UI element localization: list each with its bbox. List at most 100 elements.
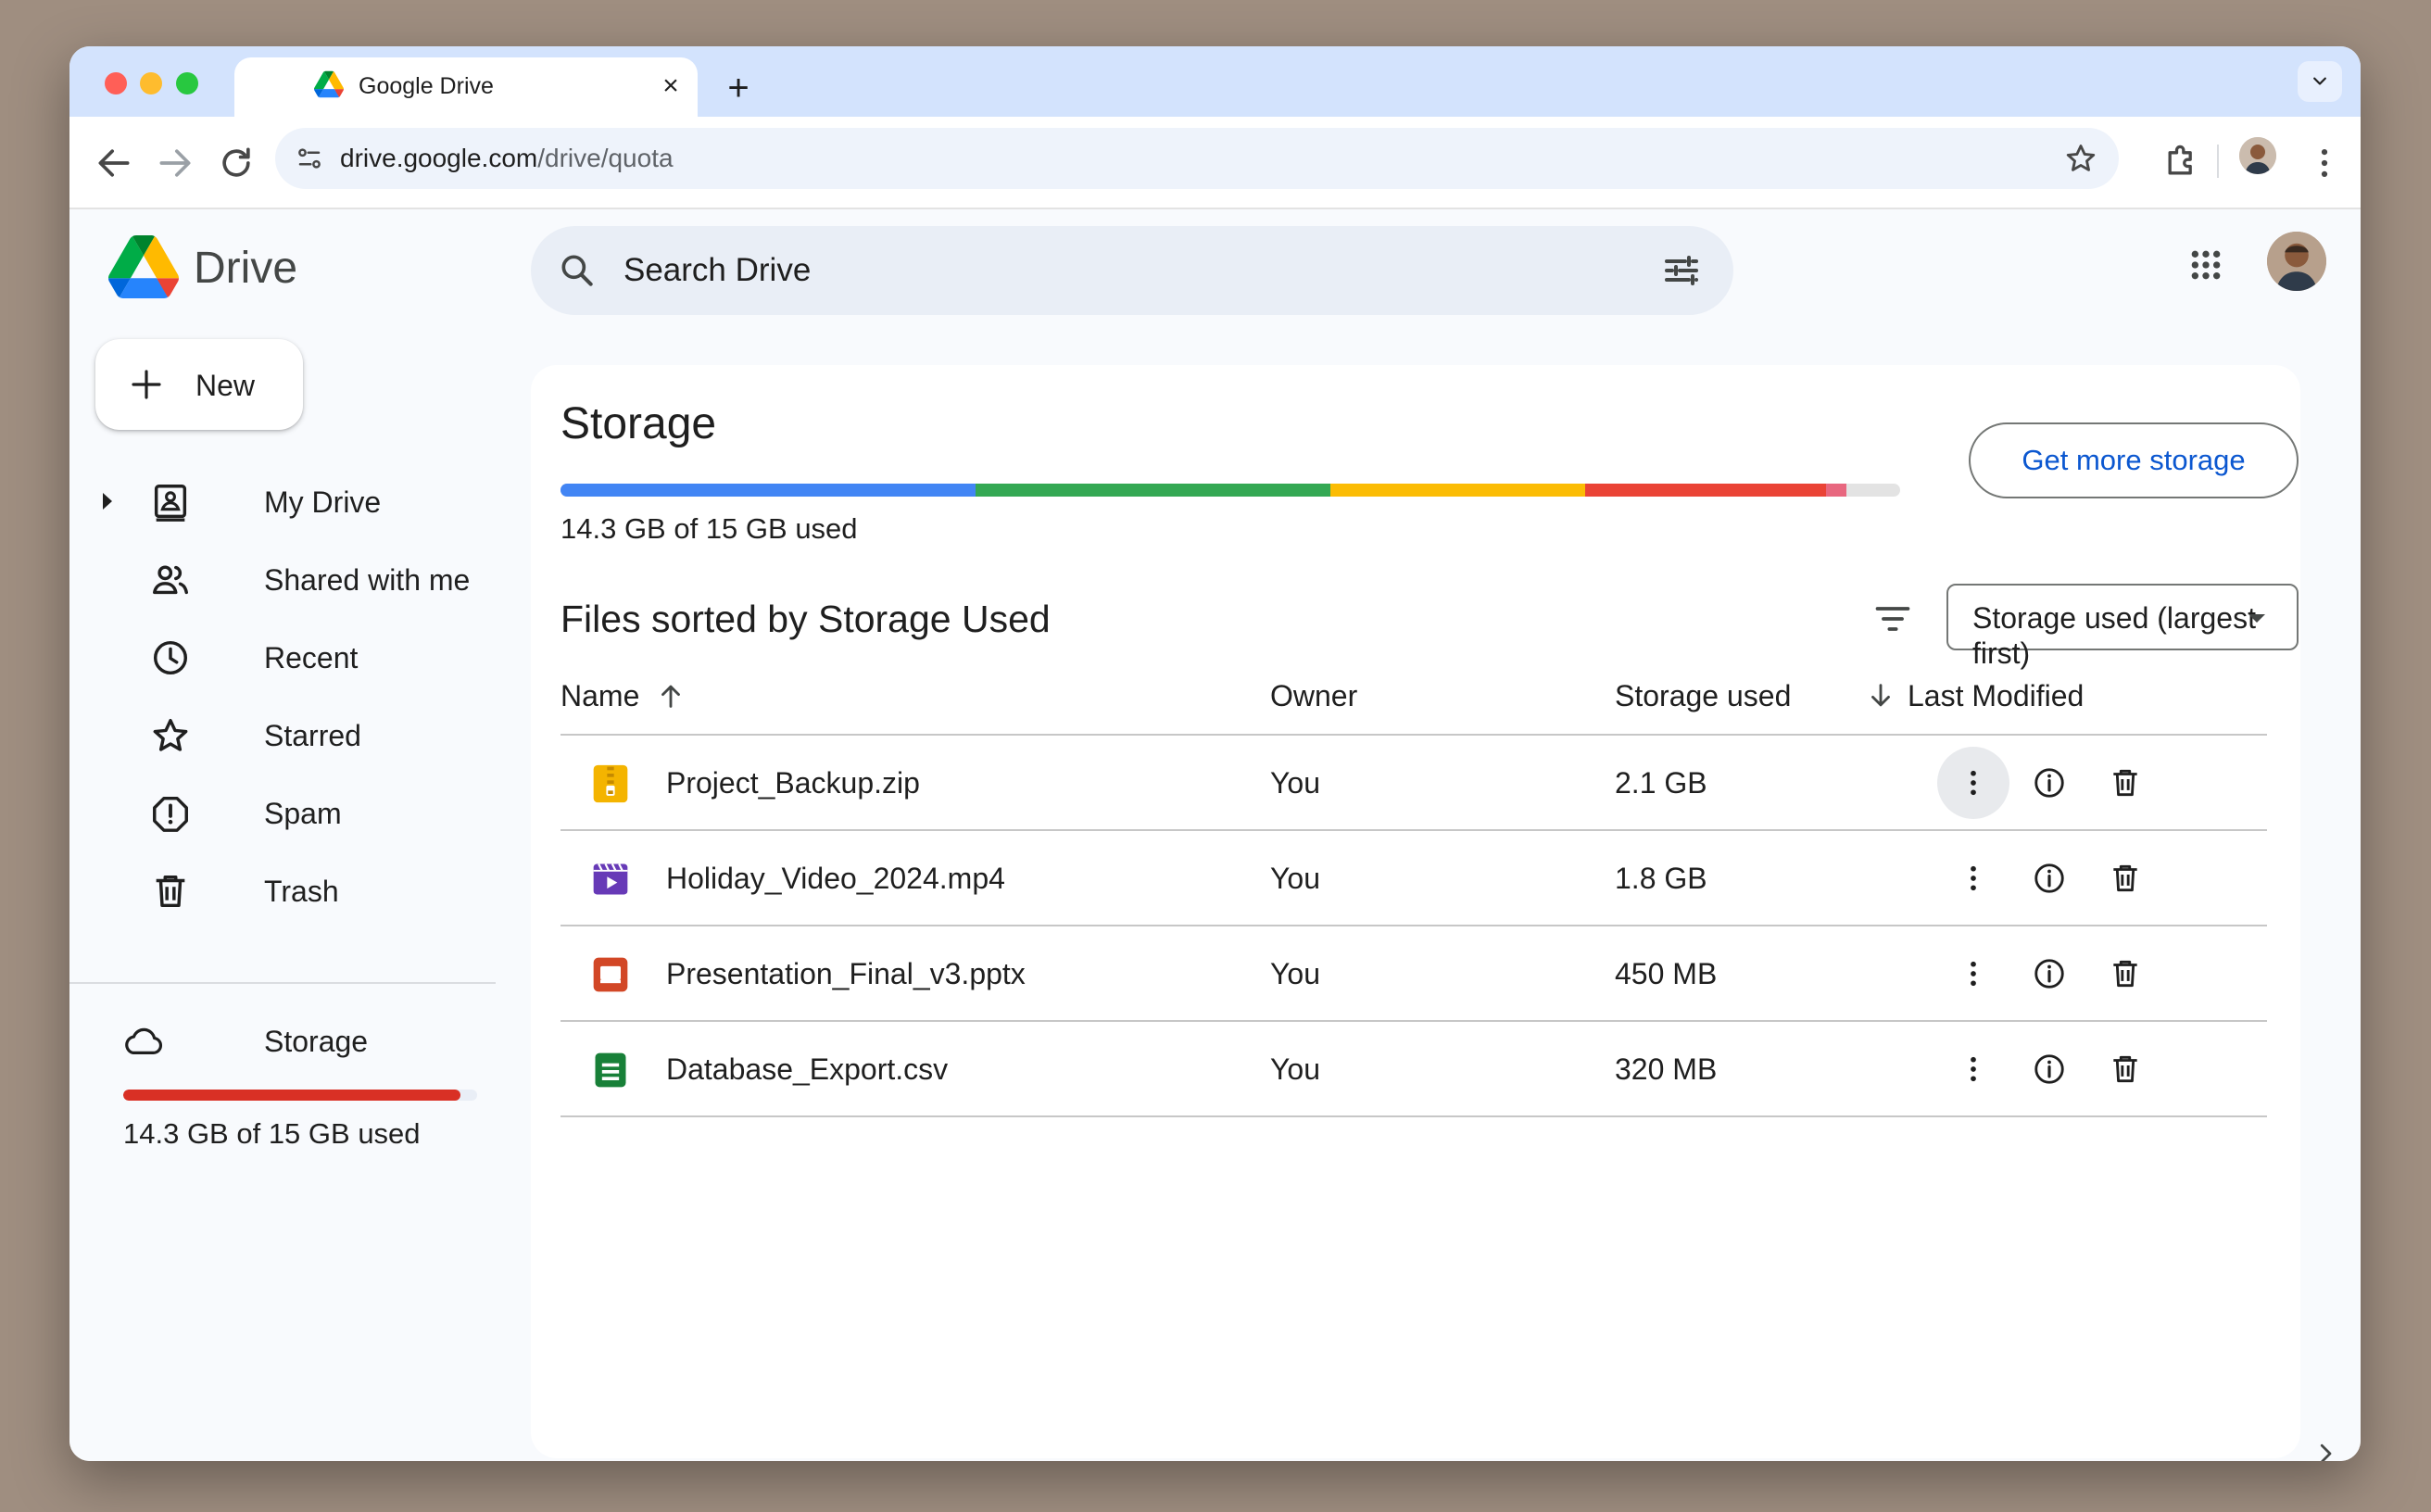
url-host: drive.google.com xyxy=(340,144,538,172)
address-bar[interactable]: drive.google.com/drive/quota xyxy=(275,128,2119,189)
extensions-icon[interactable] xyxy=(2161,141,2202,182)
file-size: 320 MB xyxy=(1615,1052,1718,1086)
column-header-storage[interactable]: Storage used xyxy=(1615,678,1791,713)
site-info-icon[interactable] xyxy=(296,145,323,172)
file-info-button[interactable] xyxy=(2013,938,2085,1010)
search-bar[interactable]: Search Drive xyxy=(531,226,1733,315)
drive-app: Drive Search Drive New My Drive Shared w… xyxy=(69,209,2361,1461)
arrow-down-icon[interactable] xyxy=(1865,680,1896,712)
new-button[interactable]: New xyxy=(95,339,303,430)
file-name[interactable]: Holiday_Video_2024.mp4 xyxy=(666,861,1005,896)
more-actions-button[interactable] xyxy=(1937,747,2009,819)
file-name[interactable]: Database_Export.csv xyxy=(666,1052,948,1087)
quota-segment xyxy=(1330,484,1586,497)
sidebar-storage-bar-fill xyxy=(123,1090,461,1101)
forward-icon[interactable] xyxy=(155,143,195,183)
storage-panel: Storage 14.3 GB of 15 GB used Get more s… xyxy=(531,365,2300,1458)
tab-close-icon[interactable]: × xyxy=(655,70,686,102)
table-header: Name Owner Storage used Last Modified xyxy=(561,662,2267,736)
column-header-owner[interactable]: Owner xyxy=(1270,678,1357,713)
quota-segment xyxy=(561,484,976,497)
search-icon[interactable] xyxy=(557,250,598,291)
table-row[interactable]: Holiday_Video_2024.mp4 You 1.8 GB xyxy=(561,831,2267,926)
sidebar-storage-bar xyxy=(123,1090,477,1101)
account-avatar-icon xyxy=(2267,232,2326,291)
trash-icon xyxy=(2113,960,2137,988)
table-row[interactable]: Database_Export.csv You 320 MB xyxy=(561,1022,2267,1117)
maximize-window-button[interactable] xyxy=(176,72,198,94)
sort-dropdown[interactable]: Storage used (largest first) xyxy=(1946,584,2299,670)
more-actions-button[interactable] xyxy=(1937,1033,2009,1105)
sidebar-item-spam[interactable]: Spam xyxy=(149,780,557,845)
browser-window: Google Drive × + drive.google.com/drive/… xyxy=(69,46,2361,1461)
section-title: Files sorted by Storage Used xyxy=(561,598,1051,640)
sidebar-item-trash[interactable]: Trash xyxy=(149,858,557,923)
minimize-window-button[interactable] xyxy=(140,72,162,94)
plus-icon xyxy=(132,370,161,399)
arrow-up-icon[interactable] xyxy=(655,680,686,712)
google-apps-icon[interactable] xyxy=(2187,246,2224,284)
more-actions-button[interactable] xyxy=(1937,842,2009,914)
file-name[interactable]: Project_Backup.zip xyxy=(666,765,920,800)
drive-logo-text[interactable]: Drive xyxy=(194,243,297,295)
close-window-button[interactable] xyxy=(105,72,127,94)
browser-profile-avatar[interactable] xyxy=(2239,137,2276,174)
url-path: /drive/quota xyxy=(537,144,674,172)
trash-icon xyxy=(2113,1055,2137,1083)
info-icon xyxy=(2034,863,2064,893)
info-icon xyxy=(2034,1054,2064,1084)
search-options-icon[interactable] xyxy=(1659,248,1704,293)
tab-search-button[interactable] xyxy=(2298,61,2342,102)
bookmark-star-icon[interactable] xyxy=(2063,141,2098,176)
account-avatar[interactable] xyxy=(2267,232,2326,291)
sidebar-item-my-drive[interactable]: My Drive xyxy=(103,469,523,534)
sidebar-item-recent[interactable]: Recent xyxy=(149,624,557,689)
page-title: Storage xyxy=(561,399,717,448)
info-icon xyxy=(2034,768,2064,798)
browser-tab[interactable]: Google Drive × xyxy=(234,57,698,117)
chevron-right-icon[interactable] xyxy=(2311,1440,2339,1461)
delete-file-button[interactable] xyxy=(2089,747,2161,819)
more-actions-button[interactable] xyxy=(1937,938,2009,1010)
slides-file-icon xyxy=(593,957,628,992)
file-owner: You xyxy=(1270,1052,1320,1086)
more-vert-icon xyxy=(1971,770,1976,796)
chevron-down-icon xyxy=(2313,77,2326,85)
browser-toolbar: drive.google.com/drive/quota xyxy=(69,117,2361,209)
storage-quota-bar xyxy=(561,484,1900,497)
file-info-button[interactable] xyxy=(2013,1033,2085,1105)
reload-icon[interactable] xyxy=(216,143,257,183)
spam-icon xyxy=(153,796,188,832)
column-header-name[interactable]: Name xyxy=(561,678,639,713)
delete-file-button[interactable] xyxy=(2089,842,2161,914)
sidebar-item-starred[interactable]: Starred xyxy=(149,702,557,767)
search-input[interactable]: Search Drive xyxy=(623,252,811,289)
trash-icon xyxy=(2113,769,2137,797)
delete-file-button[interactable] xyxy=(2089,1033,2161,1105)
sidebar-item-shared[interactable]: Shared with me xyxy=(149,547,557,611)
filter-icon[interactable] xyxy=(1872,598,1913,639)
tab-strip: Google Drive × + xyxy=(69,46,2361,117)
file-info-button[interactable] xyxy=(2013,842,2085,914)
new-tab-button[interactable]: + xyxy=(718,69,759,109)
table-row[interactable]: Presentation_Final_v3.pptx You 450 MB xyxy=(561,926,2267,1022)
delete-file-button[interactable] xyxy=(2089,938,2161,1010)
my-drive-icon xyxy=(154,485,187,522)
get-more-storage-button[interactable]: Get more storage xyxy=(1969,422,2299,498)
browser-menu-icon[interactable] xyxy=(2304,143,2345,183)
expand-caret-icon[interactable] xyxy=(103,493,112,510)
url-text[interactable]: drive.google.com/drive/quota xyxy=(340,143,674,174)
drive-favicon-icon xyxy=(314,70,344,98)
sidebar-storage-text: 14.3 GB of 15 GB used xyxy=(123,1117,421,1150)
sidebar-item-storage[interactable]: Storage xyxy=(121,1008,529,1073)
tab-title: Google Drive xyxy=(359,73,494,99)
video-file-icon xyxy=(593,863,628,895)
file-name[interactable]: Presentation_Final_v3.pptx xyxy=(666,956,1026,991)
drive-logo-icon[interactable] xyxy=(108,235,179,298)
back-icon[interactable] xyxy=(94,143,134,183)
sidebar-item-label: Starred xyxy=(264,719,361,752)
info-icon xyxy=(2034,959,2064,989)
column-header-last-modified[interactable]: Last Modified xyxy=(1908,678,2084,713)
file-info-button[interactable] xyxy=(2013,747,2085,819)
table-row[interactable]: Project_Backup.zip You 2.1 GB xyxy=(561,736,2267,831)
